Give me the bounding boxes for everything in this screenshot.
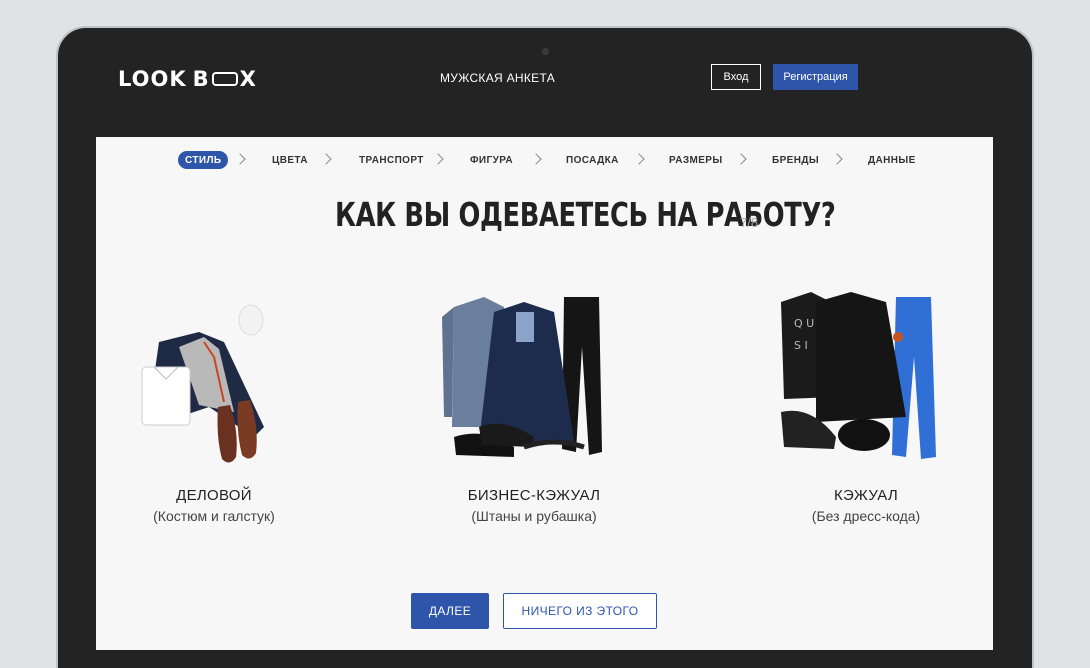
step-colors[interactable]: ЦВЕТА: [272, 151, 308, 169]
logo-box-icon: [211, 72, 238, 86]
login-button[interactable]: Вход: [711, 64, 761, 90]
option-business-casual[interactable]: БИЗНЕС-КЭЖУАЛ (Штаны и рубашка): [424, 287, 644, 524]
option-business[interactable]: ДЕЛОВОЙ (Костюм и галстук): [104, 287, 324, 524]
step-style[interactable]: СТИЛЬ: [178, 151, 229, 169]
option-business-title: ДЕЛОВОЙ: [176, 487, 252, 504]
option-business-subtitle: (Костюм и галстук): [153, 508, 275, 524]
register-button[interactable]: Регистрация: [773, 64, 858, 90]
chevron-right-icon: [432, 153, 444, 165]
option-casual-subtitle: (Без дресс-кода): [811, 508, 921, 524]
chevron-right-icon: [234, 153, 246, 165]
chevron-right-icon: [735, 153, 747, 165]
chevron-right-icon: [633, 153, 645, 165]
option-casual-title: КЭЖУАЛ: [833, 487, 899, 504]
logo-text-x: X: [239, 67, 257, 91]
chevron-right-icon: [530, 153, 542, 165]
main-screen: СТИЛЬ ЦВЕТА ТРАНСПОРТ ФИГУРА ПОСАДКА РАЗ…: [96, 137, 993, 650]
option-casual[interactable]: Q U S I КЭЖУАЛ (Без дресс-кода): [756, 287, 976, 524]
option-business-casual-title: БИЗНЕС-КЭЖУАЛ: [467, 487, 601, 504]
camera-dot: [542, 48, 549, 55]
step-transport[interactable]: ТРАНСПОРТ: [359, 151, 424, 169]
step-fit[interactable]: ПОСАДКА: [566, 151, 619, 169]
suit-outfit-image: [104, 287, 324, 477]
question-title: КАК ВЫ ОДЕВАЕТЕСЬ НА РАБОТУ?: [335, 195, 836, 234]
step-navigation: СТИЛЬ ЦВЕТА ТРАНСПОРТ ФИГУРА ПОСАДКА РАЗ…: [96, 151, 993, 171]
step-figure[interactable]: ФИГУРА: [470, 151, 513, 169]
step-brands[interactable]: БРЕНДЫ: [772, 151, 819, 169]
business-casual-outfit-image: [424, 287, 644, 477]
logo-text-b: B: [192, 67, 210, 91]
svg-text:S I: S I: [794, 339, 808, 352]
logo-text-look: LOOK: [118, 67, 187, 91]
none-of-these-button[interactable]: НИЧЕГО ИЗ ЭТОГО: [503, 593, 657, 629]
header-title: МУЖСКАЯ АНКЕТА: [440, 71, 556, 85]
svg-text:Q U: Q U: [794, 317, 814, 330]
option-business-casual-subtitle: (Штаны и рубашка): [471, 508, 597, 524]
step-sizes[interactable]: РАЗМЕРЫ: [669, 151, 723, 169]
chevron-right-icon: [320, 153, 332, 165]
next-button[interactable]: ДАЛЕЕ: [411, 593, 489, 629]
logo[interactable]: LOOK B X: [118, 67, 257, 91]
chevron-right-icon: [831, 153, 843, 165]
question-counter: 7/8: [740, 215, 759, 230]
step-data[interactable]: ДАННЫЕ: [868, 151, 916, 169]
casual-outfit-image: Q U S I: [756, 287, 976, 477]
